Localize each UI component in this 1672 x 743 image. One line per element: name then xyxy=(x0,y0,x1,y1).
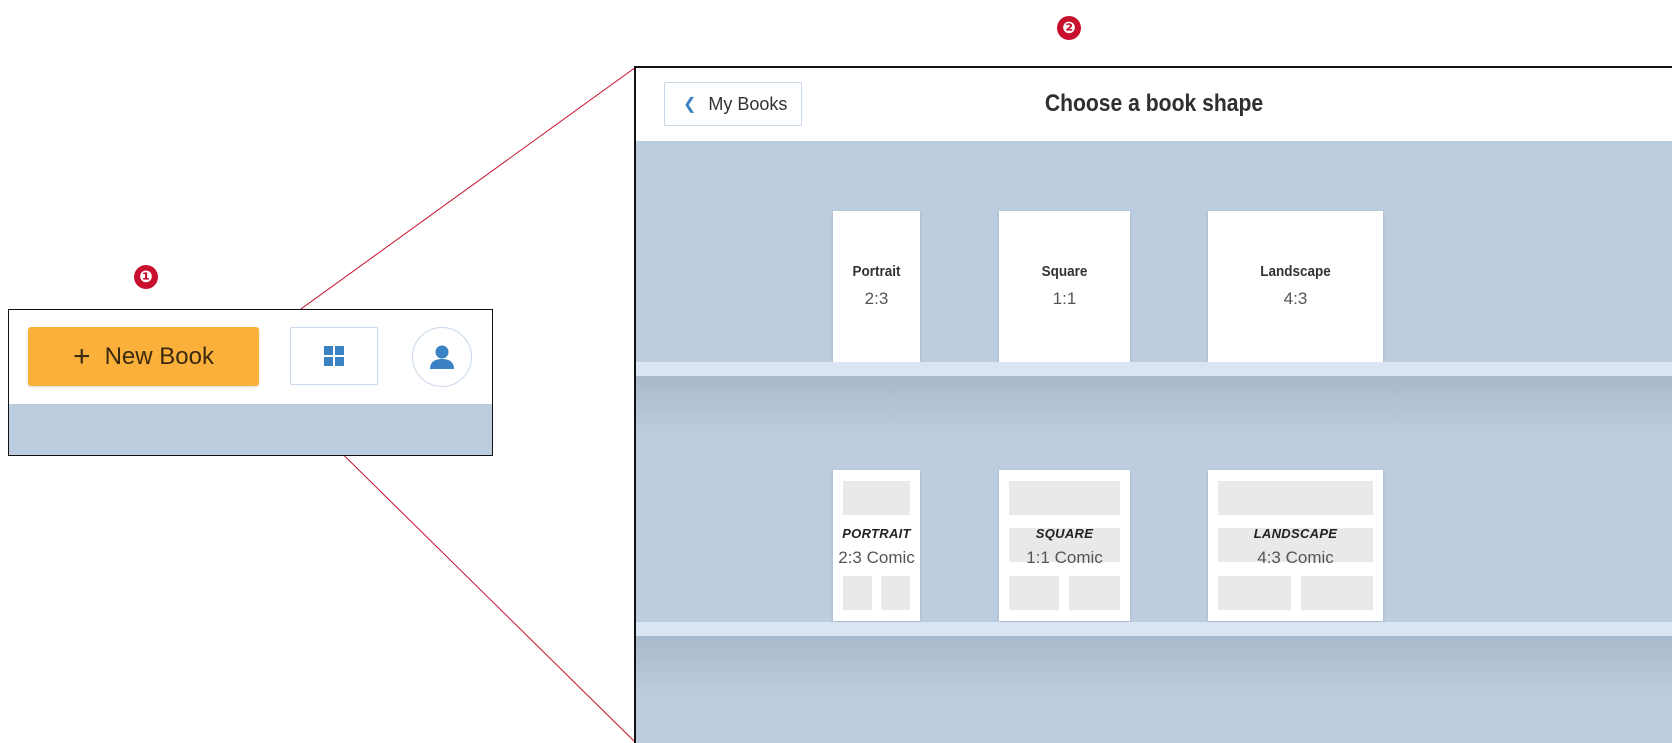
chevron-left-icon: ❮ xyxy=(683,96,697,113)
user-avatar-button[interactable] xyxy=(412,327,472,387)
grid-view-button[interactable] xyxy=(290,327,378,385)
comic-card-landscape[interactable]: LANDSCAPE 4:3 Comic xyxy=(1208,470,1383,621)
comic-panel xyxy=(881,576,910,610)
shape-name: Square xyxy=(1041,263,1088,280)
new-book-label: New Book xyxy=(104,342,214,370)
comic-shape-ratio: 2:3 Comic xyxy=(838,548,915,567)
content-area-strip xyxy=(9,404,492,455)
step-1-marker: ❶ xyxy=(134,265,158,289)
shape-card-landscape[interactable]: Landscape 4:3 xyxy=(1208,211,1383,362)
page-title: Choose a book shape xyxy=(1044,90,1264,117)
comic-panel xyxy=(843,481,910,515)
shelf-top xyxy=(636,362,1672,376)
comic-panel xyxy=(1069,576,1120,610)
shape-name: Landscape xyxy=(1260,263,1331,280)
plus-icon: + xyxy=(73,339,91,373)
comic-panel xyxy=(843,576,872,610)
new-book-button[interactable]: + New Book xyxy=(28,327,259,386)
comic-panel xyxy=(1009,576,1059,610)
book-shape-zoom-panel: ❮ My Books Choose a book shape Portrait … xyxy=(634,66,1672,743)
shape-name: Portrait xyxy=(852,263,901,280)
comic-panel xyxy=(1218,576,1291,610)
comic-shape-name: SQUARE xyxy=(1035,526,1094,541)
shelf-bottom xyxy=(636,622,1672,636)
comic-panel xyxy=(1218,481,1373,515)
shelf-bottom-shadow xyxy=(636,636,1672,696)
shape-card-square[interactable]: Square 1:1 xyxy=(999,211,1130,362)
shape-ratio: 1:1 xyxy=(1052,289,1077,308)
shape-ratio: 4:3 xyxy=(1283,289,1308,308)
comic-panel xyxy=(1301,576,1373,610)
shape-ratio: 2:3 xyxy=(864,289,889,308)
comic-panel xyxy=(1009,481,1120,515)
toolbar-zoom-panel: + New Book xyxy=(8,309,493,456)
app-header: ❮ My Books Choose a book shape xyxy=(636,68,1672,141)
comic-shape-name: LANDSCAPE xyxy=(1253,526,1338,541)
comic-shape-name: PORTRAIT xyxy=(842,526,911,541)
comic-card-square[interactable]: SQUARE 1:1 Comic xyxy=(999,470,1130,621)
comic-card-portrait[interactable]: PORTRAIT 2:3 Comic xyxy=(833,470,920,621)
comic-shape-ratio: 1:1 Comic xyxy=(1026,548,1103,567)
shelf-top-shadow xyxy=(636,376,1672,436)
shape-card-portrait[interactable]: Portrait 2:3 xyxy=(833,211,920,362)
user-avatar-icon xyxy=(430,345,454,369)
step-2-marker: ❷ xyxy=(1057,16,1081,40)
comic-shape-ratio: 4:3 Comic xyxy=(1257,548,1334,567)
grid-view-icon xyxy=(324,346,344,366)
